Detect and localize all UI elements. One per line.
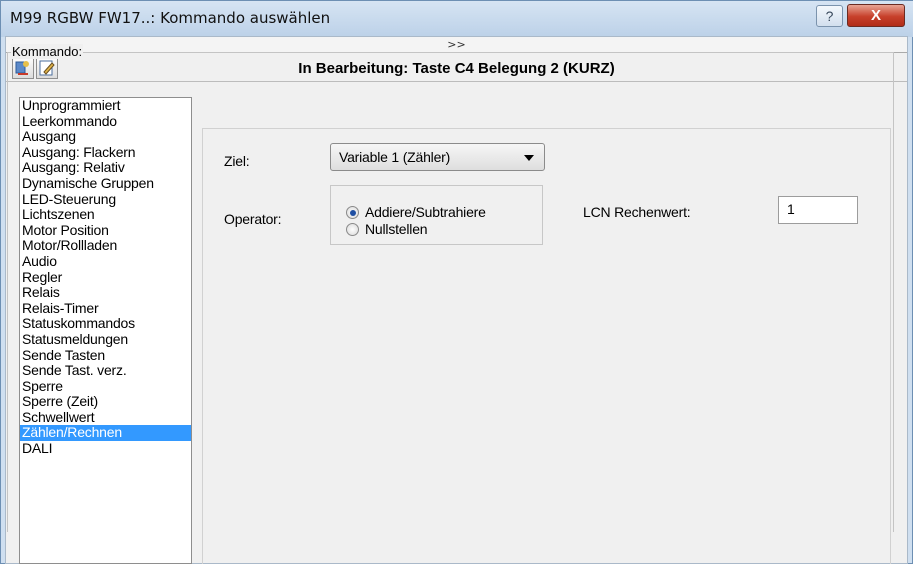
command-list-item[interactable]: Sende Tasten	[20, 347, 191, 364]
command-list-item[interactable]: Ausgang: Relativ	[20, 160, 191, 176]
command-list-item[interactable]: DALI	[20, 441, 191, 457]
command-list-item[interactable]: Unprogrammiert	[20, 98, 191, 114]
kommando-group-label: Kommando:	[11, 44, 84, 59]
operator-radio-group: Addiere/Subtrahiere Nullstellen	[330, 185, 543, 245]
command-list-item[interactable]: Schwellwert	[20, 410, 191, 426]
command-list-item[interactable]: Relais-Timer	[20, 300, 191, 317]
lcn-rechenwert-label: LCN Rechenwert:	[583, 204, 691, 220]
command-settings-panel	[202, 128, 891, 564]
lcn-rechenwert-input[interactable]: 1	[778, 196, 858, 224]
command-list-item[interactable]: Motor Position	[20, 222, 191, 239]
operator-label: Operator:	[224, 211, 282, 227]
expand-toggle[interactable]: >>	[6, 37, 907, 53]
operator-option-label: Nullstellen	[365, 221, 428, 237]
command-list[interactable]: Unprogrammiert Leerkommando Ausgang Ausgang…	[19, 97, 192, 564]
ziel-label: Ziel:	[224, 153, 250, 169]
window-title: M99 RGBW FW17..: Kommando auswählen	[10, 9, 331, 27]
chevron-down-icon	[524, 155, 534, 161]
close-button[interactable]: X	[847, 4, 905, 27]
ziel-selected-value: Variable 1 (Zähler)	[339, 149, 451, 165]
command-list-item[interactable]: Dynamische Gruppen	[20, 176, 191, 192]
command-list-item[interactable]: Ausgang: Flackern	[20, 144, 191, 161]
ziel-dropdown[interactable]: Variable 1 (Zähler)	[330, 143, 545, 171]
command-list-item[interactable]: Sperre	[20, 378, 191, 395]
command-list-item[interactable]: Lichtszenen	[20, 207, 191, 223]
command-list-item[interactable]: Ausgang	[20, 129, 191, 145]
command-list-item[interactable]: Statuskommandos	[20, 316, 191, 332]
radio-button[interactable]	[346, 223, 359, 236]
command-list-item[interactable]: Relais	[20, 285, 191, 301]
title-bar: M99 RGBW FW17..: Kommando auswählen ? X	[1, 1, 913, 37]
command-list-item[interactable]: Regler	[20, 269, 191, 286]
command-list-item[interactable]: Statusmeldungen	[20, 332, 191, 348]
command-list-item[interactable]: Zählen/Rechnen	[20, 425, 191, 442]
command-list-item[interactable]: LED-Steuerung	[20, 191, 191, 208]
command-list-item[interactable]: Sende Tast. verz.	[20, 363, 191, 379]
help-button[interactable]: ?	[816, 5, 843, 27]
radio-button[interactable]	[346, 206, 359, 219]
operator-option-label: Addiere/Subtrahiere	[365, 204, 486, 220]
command-list-item[interactable]: Sperre (Zeit)	[20, 394, 191, 410]
command-list-item[interactable]: Audio	[20, 254, 191, 270]
command-list-item[interactable]: Leerkommando	[20, 113, 191, 130]
command-list-item[interactable]: Motor/Rollladen	[20, 238, 191, 254]
